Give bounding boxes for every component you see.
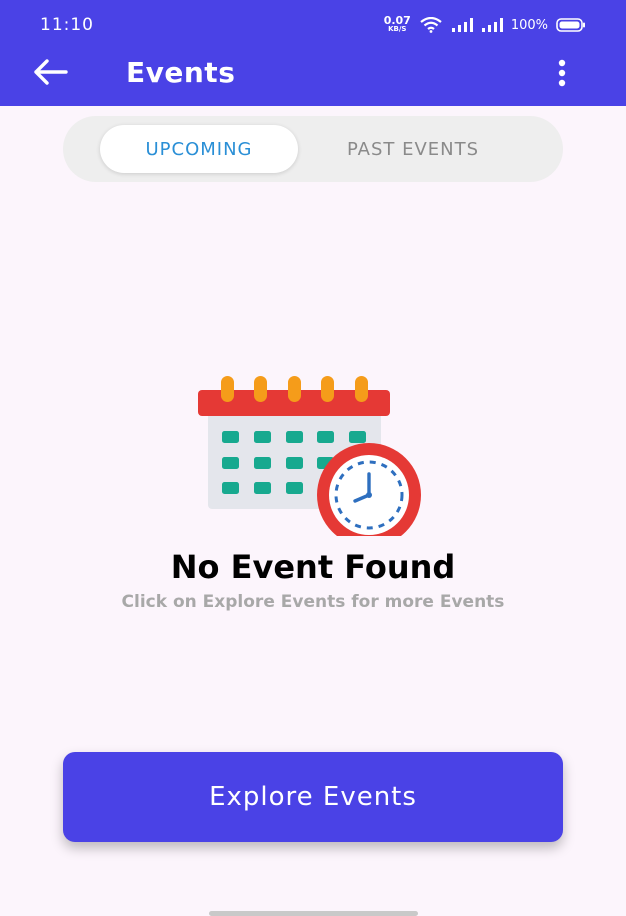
empty-state-illustration <box>198 374 430 547</box>
signal-icon <box>481 18 503 32</box>
battery-percent: 100% <box>510 17 548 33</box>
more-options-button[interactable] <box>550 58 574 88</box>
empty-state-subtitle: Click on Explore Events for more Events <box>121 592 505 612</box>
wifi-icon <box>420 17 442 33</box>
toolbar: Events <box>0 44 626 100</box>
status-icons: 0.07 KB/S 100% <box>384 14 586 36</box>
tab-past-events[interactable]: PAST EVENTS <box>318 125 508 173</box>
net-speed-value: 0.07 <box>383 14 411 27</box>
page-title: Events <box>126 56 236 89</box>
back-button[interactable] <box>28 54 72 90</box>
battery-icon <box>556 18 585 32</box>
status-time: 11:10 <box>40 15 94 35</box>
home-indicator <box>209 911 418 916</box>
arrow-left-icon <box>34 59 68 85</box>
event-tabs: UPCOMING PAST EVENTS <box>63 116 563 182</box>
more-vertical-icon <box>558 59 566 87</box>
explore-events-button[interactable]: Explore Events <box>63 752 563 842</box>
empty-state-title: No Event Found <box>170 548 456 586</box>
calendar-clock-icon <box>198 376 421 547</box>
tab-upcoming[interactable]: UPCOMING <box>100 125 298 173</box>
net-speed: 0.07 KB/S <box>383 14 411 33</box>
app-bar: 11:10 0.07 KB/S 100% Events <box>0 0 626 106</box>
status-bar: 11:10 0.07 KB/S 100% <box>0 0 626 50</box>
signal-icon <box>451 18 473 32</box>
net-speed-unit: KB/S <box>388 25 407 33</box>
